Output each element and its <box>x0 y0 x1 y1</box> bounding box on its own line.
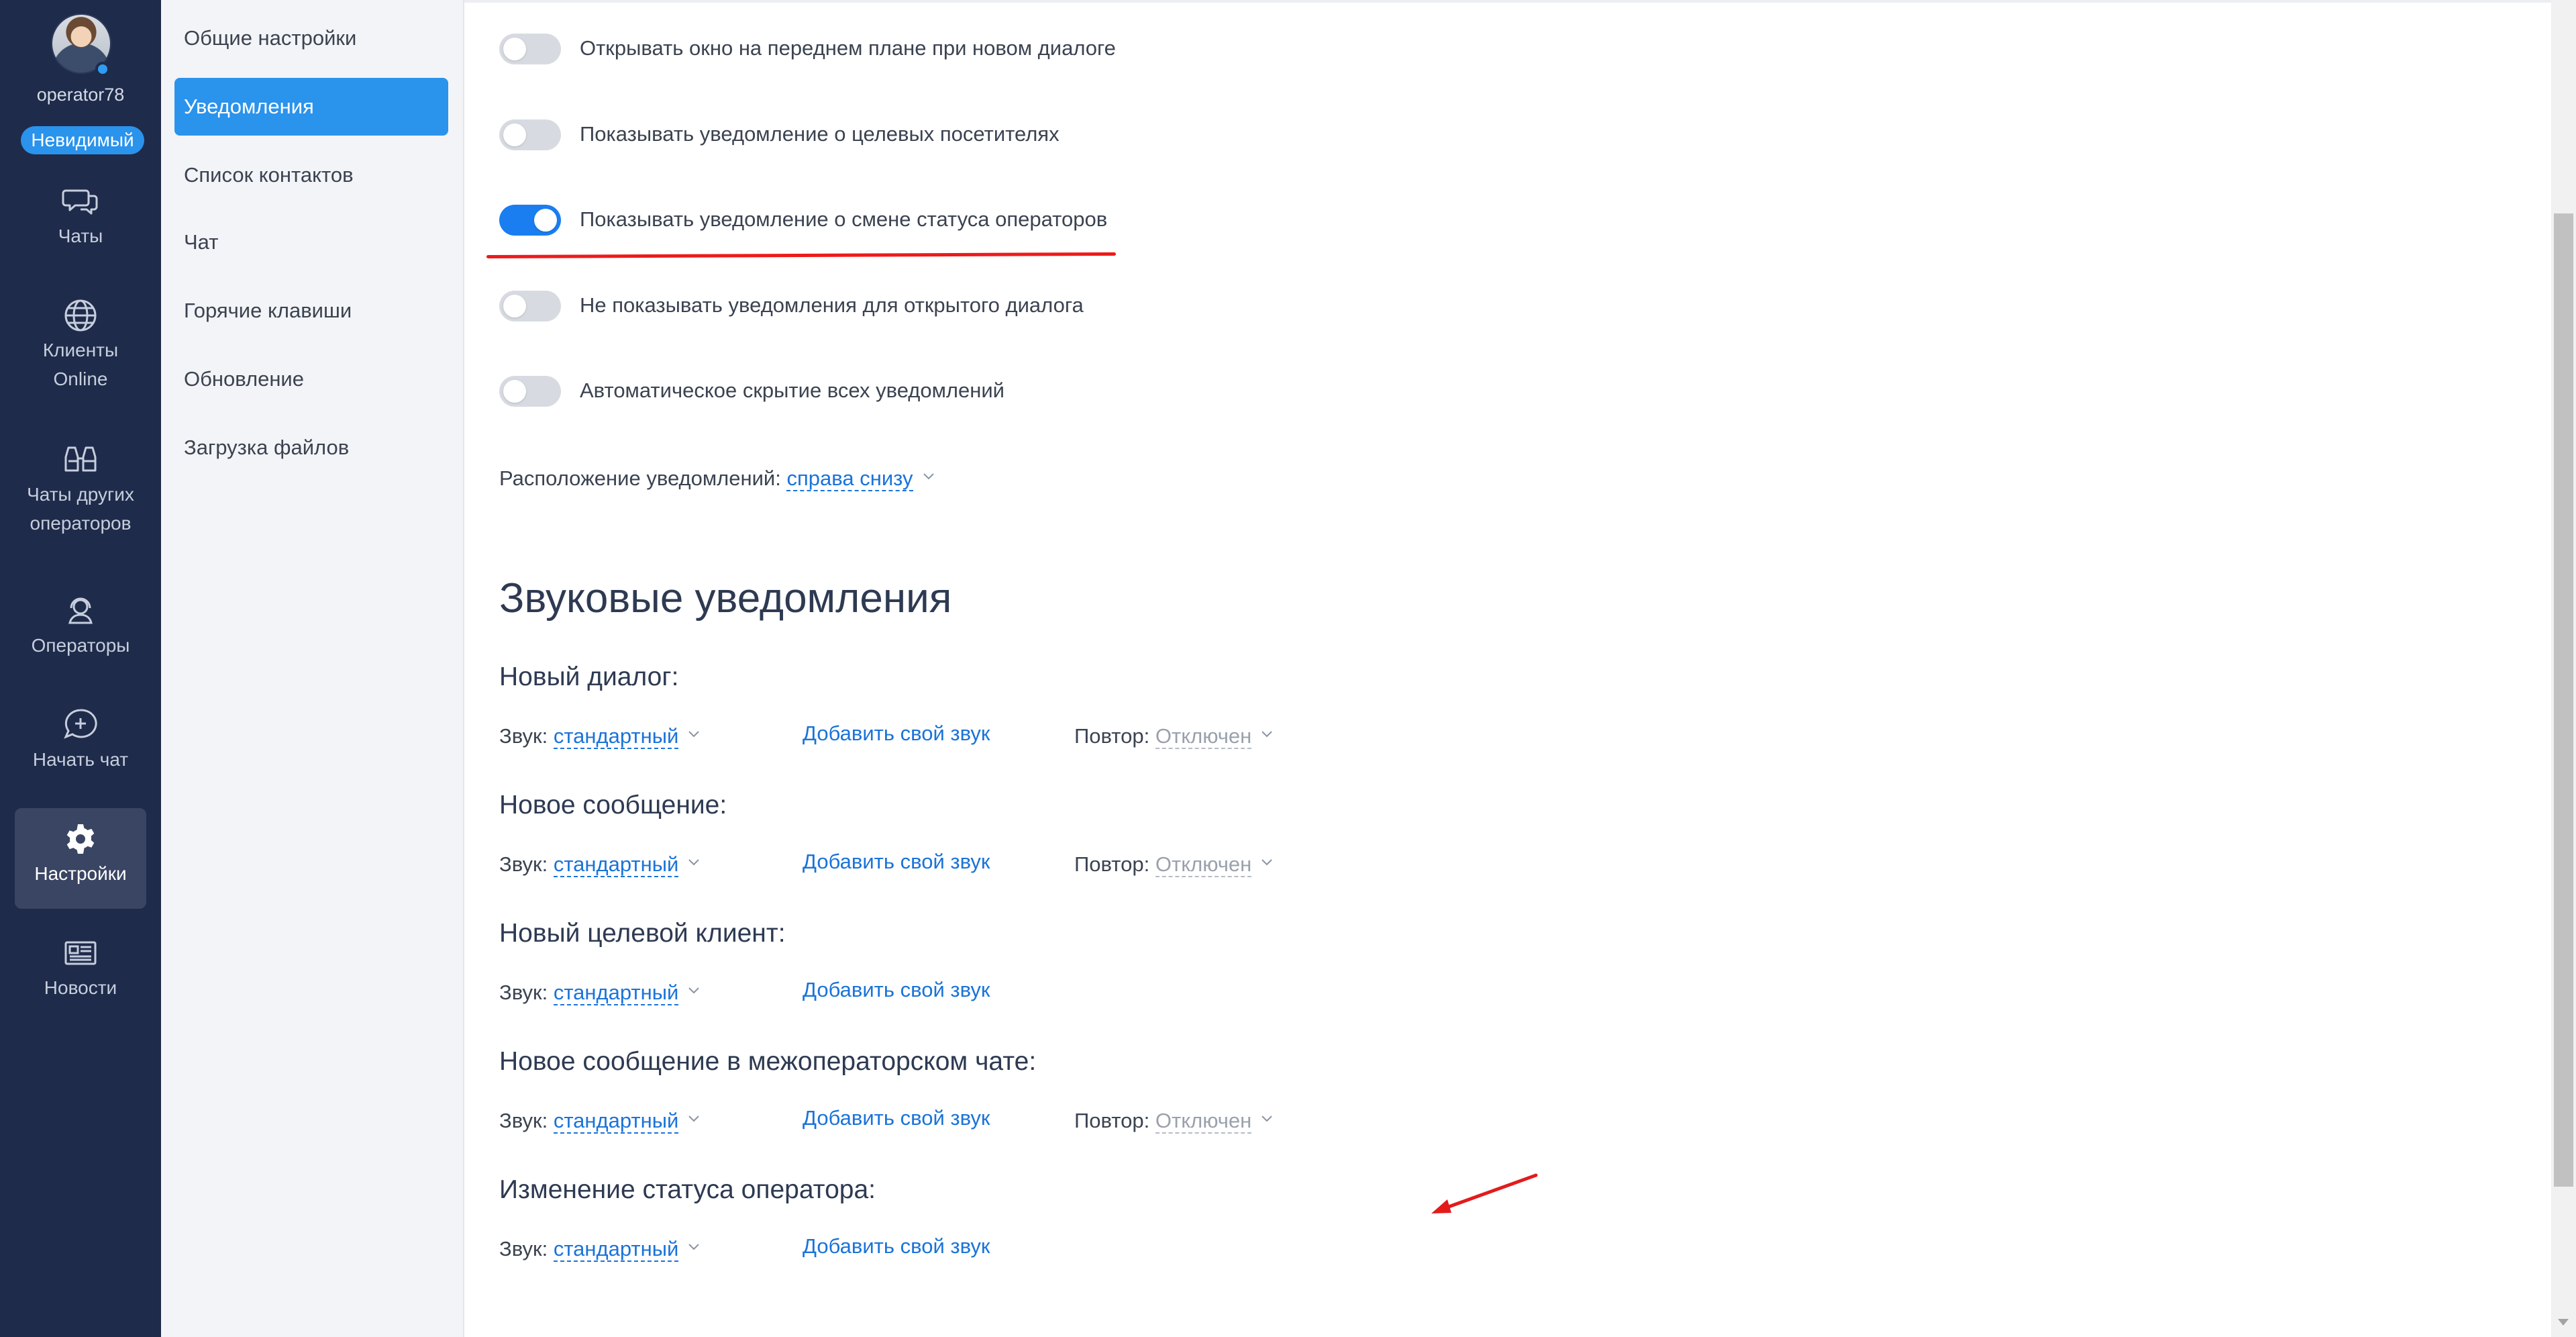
placement-dropdown[interactable]: справа снизу <box>786 466 913 491</box>
rail-item-label: Клиенты Online <box>42 340 119 389</box>
sound-group-title: Новый целевой клиент: <box>499 919 786 948</box>
toggle-label: Не показывать уведомления для открытого … <box>580 293 1084 317</box>
chat-plus-icon <box>60 705 101 745</box>
section-title: Звуковые уведомления <box>499 575 952 622</box>
notifications-settings: Открывать окно на переднем плане при нов… <box>464 0 2551 1337</box>
placement-label: Расположение уведомлений: <box>499 466 781 490</box>
toggle-switch[interactable] <box>499 205 561 236</box>
toggle-switch[interactable] <box>499 376 561 407</box>
gear-icon <box>60 819 101 859</box>
toggle-switch[interactable] <box>499 34 561 64</box>
rail-item-other-operators-chats[interactable]: Чаты других операторов <box>15 440 146 560</box>
rail-item-clients-online[interactable]: Клиенты Online <box>15 295 146 416</box>
status-badge[interactable]: Невидимый <box>21 126 144 154</box>
sound-group-title: Новое сообщение: <box>499 791 727 820</box>
sound-dropdown[interactable]: стандартный <box>553 981 679 1005</box>
rail-item-news[interactable]: Новости <box>15 933 146 1020</box>
globe-icon <box>60 295 101 336</box>
vertical-scrollbar[interactable] <box>2551 0 2576 1337</box>
sound-group-title: Новый диалог: <box>499 662 679 691</box>
sound-label: Звук: <box>499 1237 548 1260</box>
scroll-down-arrow-icon[interactable] <box>2558 1319 2569 1326</box>
chevron-down-icon[interactable] <box>1261 1101 1273 1122</box>
rail-item-start-chat[interactable]: Начать чат <box>15 705 146 792</box>
chevron-down-icon[interactable] <box>688 845 700 866</box>
repeat-dropdown[interactable]: Отключен <box>1155 852 1252 877</box>
sound-group-title: Изменение статуса оператора: <box>499 1175 876 1204</box>
sound-row-operator-status-change: Звук: стандартный Добавить свой звук <box>499 1230 1439 1263</box>
rail-item-label: Новости <box>44 977 117 998</box>
chats-icon <box>60 181 101 221</box>
rail-item-label: Начать чат <box>32 749 129 770</box>
chevron-down-icon[interactable] <box>688 717 700 738</box>
add-sound-link[interactable]: Добавить свой звук <box>803 845 990 879</box>
sound-row-new-dialog: Звук: стандартный Добавить свой звук Пов… <box>499 717 1439 750</box>
chevron-down-icon[interactable] <box>688 1230 700 1250</box>
operator-name: operator78 <box>36 85 125 105</box>
rail-item-label: Операторы <box>31 635 130 656</box>
left-rail: operator78 Невидимый Чаты Клиенты Online <box>0 0 161 1337</box>
sound-dropdown[interactable]: стандартный <box>553 852 679 877</box>
annotation-arrow-icon <box>1431 1173 1538 1214</box>
repeat-label: Повтор: <box>1074 1109 1150 1132</box>
sound-label: Звук: <box>499 1109 548 1132</box>
notification-placement: Расположение уведомлений: справа снизу <box>499 459 935 495</box>
menu-item-contacts[interactable]: Список контактов <box>174 146 448 204</box>
toggle-switch[interactable] <box>499 291 561 321</box>
chevron-down-icon[interactable] <box>688 1101 700 1122</box>
sound-dropdown[interactable]: стандартный <box>553 724 679 749</box>
add-sound-link[interactable]: Добавить свой звук <box>803 1101 990 1135</box>
rail-item-chats[interactable]: Чаты <box>15 181 146 268</box>
online-status-dot-icon <box>95 62 110 77</box>
repeat-dropdown[interactable]: Отключен <box>1155 724 1252 749</box>
menu-item-file-upload[interactable]: Загрузка файлов <box>174 419 448 477</box>
toggle-label: Показывать уведомление о целевых посетит… <box>580 122 1060 146</box>
binoculars-icon <box>60 440 101 480</box>
scrollbar-thumb[interactable] <box>2554 213 2573 1187</box>
add-sound-link[interactable]: Добавить свой звук <box>803 1230 990 1263</box>
menu-item-hotkeys[interactable]: Горячие клавиши <box>174 282 448 340</box>
menu-item-chat[interactable]: Чат <box>174 213 448 271</box>
menu-item-general[interactable]: Общие настройки <box>174 9 448 67</box>
chevron-down-icon[interactable] <box>1261 845 1273 866</box>
sound-dropdown[interactable]: стандартный <box>553 1109 679 1134</box>
operator-headset-icon <box>60 591 101 631</box>
rail-item-label: Чаты <box>58 226 103 246</box>
menu-item-update[interactable]: Обновление <box>174 350 448 408</box>
toggle-label: Открывать окно на переднем плане при нов… <box>580 36 1116 60</box>
sound-row-new-target-client: Звук: стандартный Добавить свой звук <box>499 973 1439 1007</box>
add-sound-link[interactable]: Добавить свой звук <box>803 717 990 750</box>
chevron-down-icon[interactable] <box>923 459 935 480</box>
sound-dropdown[interactable]: стандартный <box>553 1237 679 1262</box>
repeat-label: Повтор: <box>1074 724 1150 748</box>
chevron-down-icon[interactable] <box>688 973 700 994</box>
sound-row-inter-operator-chat: Звук: стандартный Добавить свой звук Пов… <box>499 1101 1439 1135</box>
sound-row-new-message: Звук: стандартный Добавить свой звук Пов… <box>499 845 1439 879</box>
sound-group-title: Новое сообщение в межоператорском чате: <box>499 1047 1037 1076</box>
rail-item-label: Настройки <box>34 863 127 884</box>
newspaper-icon <box>60 933 101 973</box>
chevron-down-icon[interactable] <box>1261 717 1273 738</box>
sound-label: Звук: <box>499 981 548 1004</box>
repeat-label: Повтор: <box>1074 852 1150 876</box>
toggle-switch[interactable] <box>499 119 561 150</box>
settings-menu: Общие настройки Уведомления Список конта… <box>161 0 464 1337</box>
menu-item-notifications[interactable]: Уведомления <box>174 78 448 136</box>
toggle-label: Показывать уведомление о смене статуса о… <box>580 207 1108 231</box>
sound-label: Звук: <box>499 724 548 748</box>
add-sound-link[interactable]: Добавить свой звук <box>803 973 990 1007</box>
sound-label: Звук: <box>499 852 548 876</box>
rail-item-operators[interactable]: Операторы <box>15 591 146 678</box>
repeat-dropdown[interactable]: Отключен <box>1155 1109 1252 1134</box>
rail-item-label: Чаты других операторов <box>27 484 134 534</box>
rail-item-settings[interactable]: Настройки <box>15 808 146 909</box>
annotation-underline <box>486 252 1117 259</box>
toggle-label: Автоматическое скрытие всех уведомлений <box>580 379 1004 402</box>
